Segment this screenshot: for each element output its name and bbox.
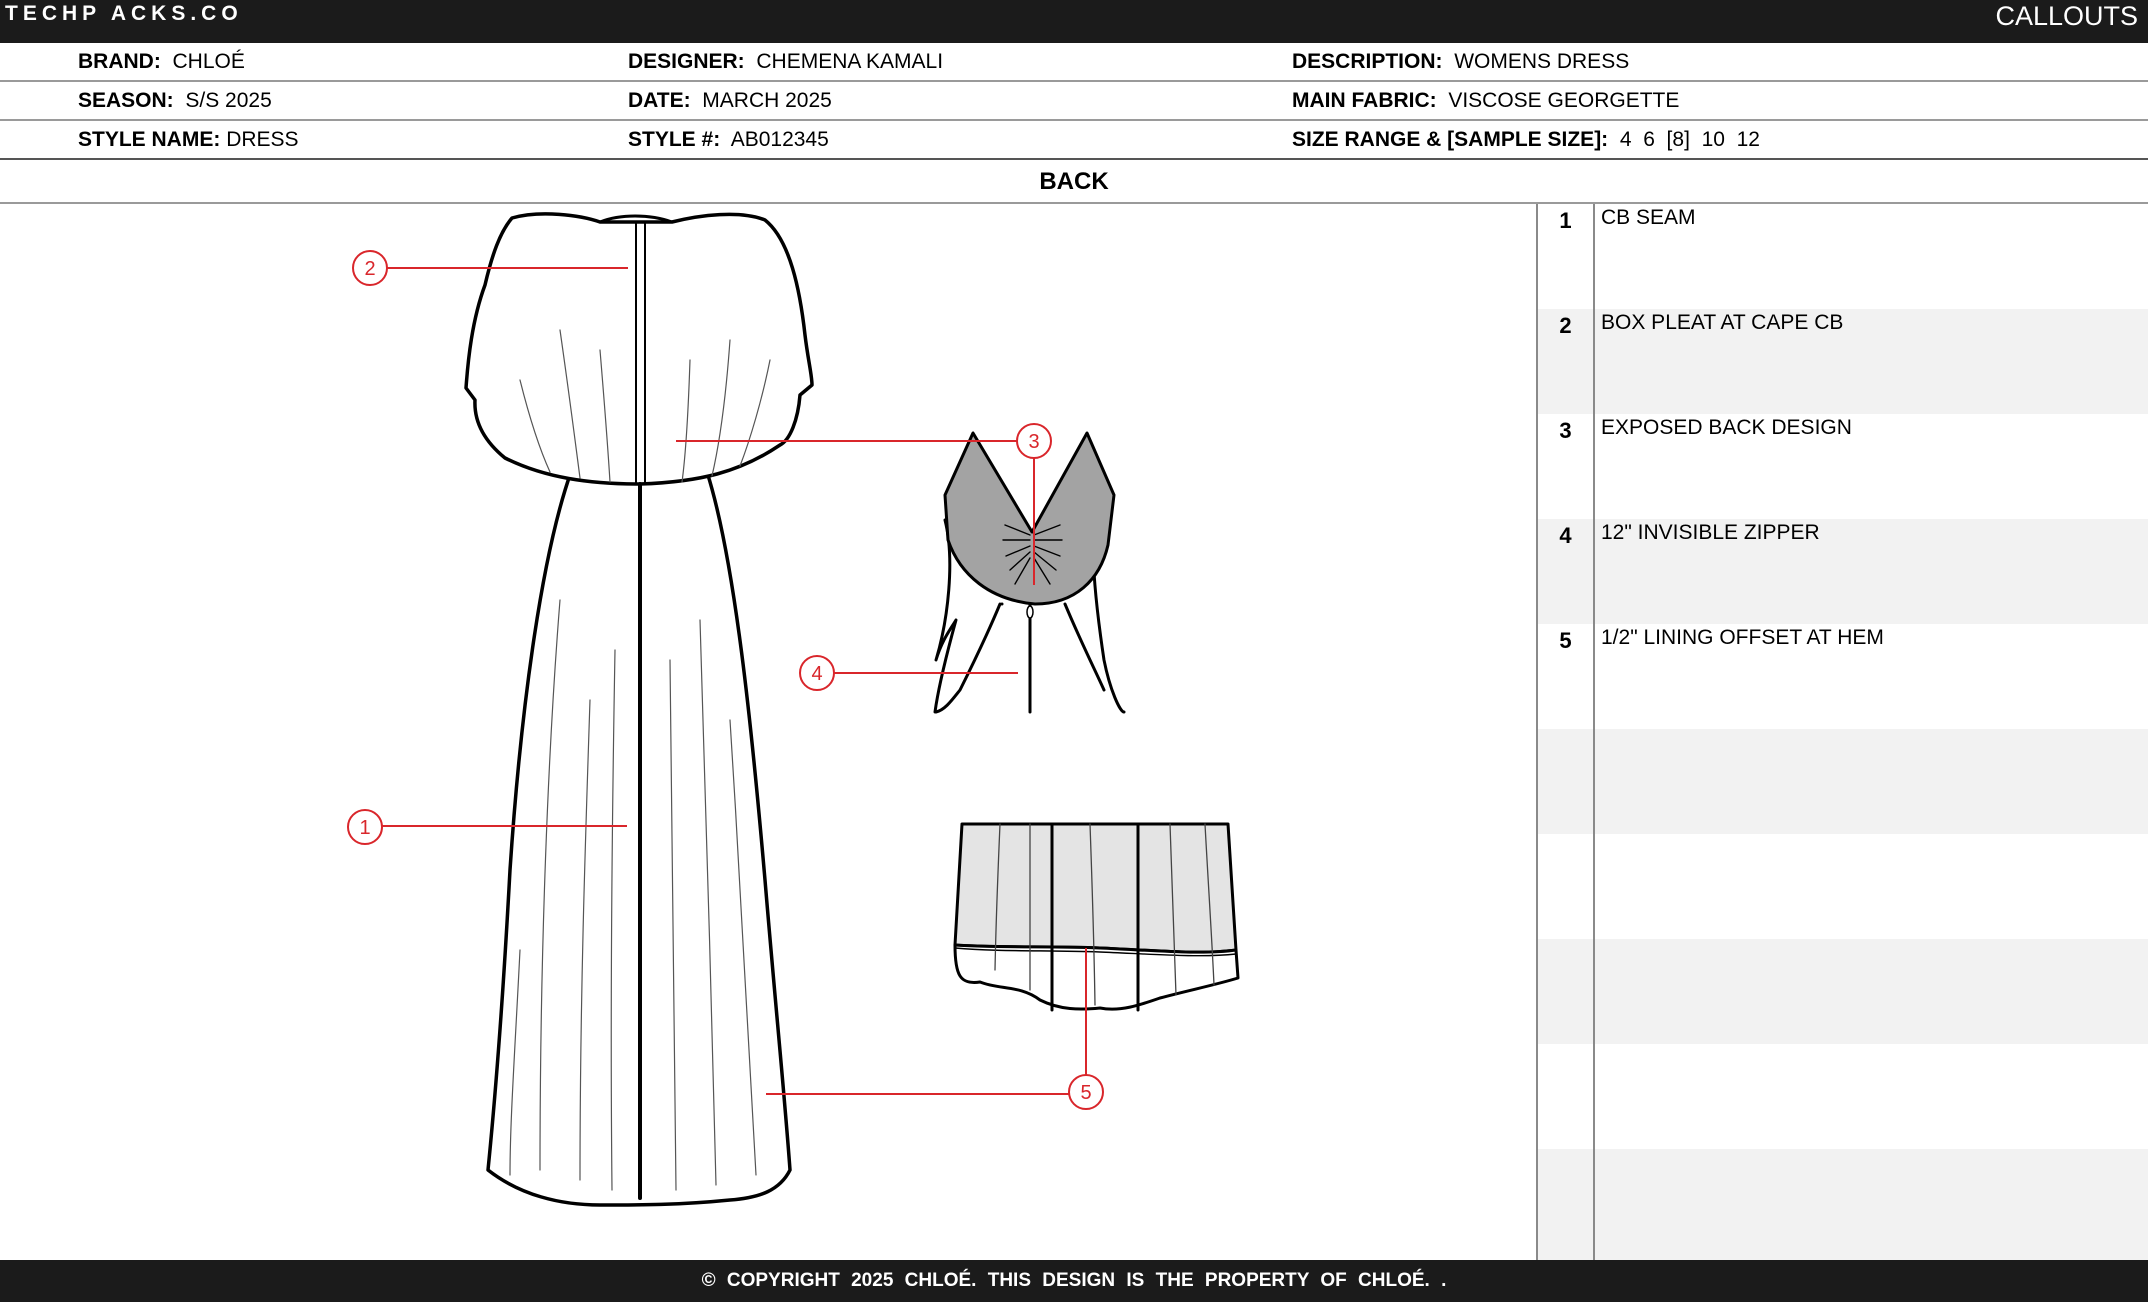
callout-marker-2-label: 2: [364, 258, 375, 280]
callout-marker-2: 2: [352, 250, 388, 286]
section-title: CALLOUTS: [1995, 1, 2138, 31]
size-range-cell: SIZE RANGE & [SAMPLE SIZE]: 4 6 [8] 10 1…: [1292, 121, 1760, 158]
description-cell: DESCRIPTION: WOMENS DRESS: [1292, 43, 1629, 80]
bodice-detail-sketch: [933, 431, 1126, 714]
callout-description: 12" INVISIBLE ZIPPER: [1601, 521, 1820, 544]
callout-row-3: 3 EXPOSED BACK DESIGN: [1538, 414, 2148, 519]
designer-value: CHEMENA KAMALI: [756, 50, 944, 73]
callouts-table: 1 CB SEAM 2 BOX PLEAT AT CAPE CB 3 EXPOS…: [1536, 204, 2148, 1260]
style-name-value: DRESS: [226, 128, 299, 151]
zipper-pull: [1026, 605, 1034, 619]
garment-drawing: 1 2 3 4 5: [347, 212, 1240, 1207]
callout-marker-5: 5: [1068, 1074, 1104, 1110]
info-row: BRAND: CHLOÉ DESIGNER: CHEMENA KAMALI DE…: [0, 43, 2148, 82]
callout-row-2: 2 BOX PLEAT AT CAPE CB: [1538, 309, 2148, 414]
top-bar: TECHP ACKS.CO CALLOUTS: [0, 0, 2148, 43]
callout-marker-1-label: 1: [359, 817, 370, 839]
bodice-lower: [934, 602, 1106, 714]
season-label: SEASON:: [78, 89, 174, 112]
description-value: WOMENS DRESS: [1454, 50, 1630, 73]
copyright-notice: © COPYRIGHT 2025 CHLOÉ. THIS DESIGN IS T…: [701, 1270, 1447, 1291]
callout-number: 1: [1559, 208, 1572, 233]
season-value: S/S 2025: [185, 89, 272, 112]
callout-number: 3: [1559, 418, 1572, 443]
callout-marker-4-label: 4: [811, 663, 822, 685]
main-fabric-value: VISCOSE GEORGETTE: [1448, 89, 1680, 112]
date-cell: DATE: MARCH 2025: [628, 82, 832, 119]
callout-description: CB SEAM: [1601, 206, 1696, 229]
date-label: DATE:: [628, 89, 691, 112]
view-bar: BACK: [0, 161, 2148, 204]
spec-info-table: BRAND: CHLOÉ DESIGNER: CHEMENA KAMALI DE…: [0, 43, 2148, 161]
brand-label: BRAND:: [78, 50, 161, 73]
callout-row-empty: [1538, 1149, 2148, 1260]
date-value: MARCH 2025: [702, 89, 832, 112]
callout-row-4: 4 12" INVISIBLE ZIPPER: [1538, 519, 2148, 624]
main-fabric-label: MAIN FABRIC:: [1292, 89, 1437, 112]
info-row: STYLE NAME: DRESS STYLE #: AB012345 SIZE…: [0, 121, 2148, 160]
view-label: BACK: [1039, 168, 1109, 195]
style-name-label: STYLE NAME:: [78, 128, 221, 151]
designer-cell: DESIGNER: CHEMENA KAMALI: [628, 43, 943, 80]
callout-marker-4: 4: [799, 655, 835, 691]
style-name-cell: STYLE NAME: DRESS: [78, 121, 299, 158]
callout-number: 2: [1559, 313, 1572, 338]
hem-detail-sketch: [953, 822, 1240, 1012]
info-row: SEASON: S/S 2025 DATE: MARCH 2025 MAIN F…: [0, 82, 2148, 121]
hem-shell: [953, 943, 1240, 1011]
callout-row-empty: [1538, 939, 2148, 1044]
callout-marker-1: 1: [347, 809, 383, 845]
brand-cell: BRAND: CHLOÉ: [78, 43, 245, 80]
brand-value: CHLOÉ: [172, 50, 245, 73]
callout-description: 1/2" LINING OFFSET AT HEM: [1601, 626, 1884, 649]
callout-row-empty: [1538, 1044, 2148, 1149]
brand-logo: TECHP ACKS.CO: [5, 2, 243, 25]
description-label: DESCRIPTION:: [1292, 50, 1443, 73]
size-range-value: 4 6 [8] 10 12: [1619, 128, 1760, 151]
dress-back-sketch: [464, 212, 814, 1207]
callout-row-empty: [1538, 834, 2148, 939]
callout-row-1: 1 CB SEAM: [1538, 204, 2148, 309]
style-number-cell: STYLE #: AB012345: [628, 121, 829, 158]
style-number-label: STYLE #:: [628, 128, 721, 151]
callout-marker-3: 3: [1016, 423, 1052, 459]
callout-description: BOX PLEAT AT CAPE CB: [1601, 311, 1844, 334]
callout-marker-5-label: 5: [1080, 1082, 1091, 1104]
season-cell: SEASON: S/S 2025: [78, 82, 272, 119]
footer-bar: © COPYRIGHT 2025 CHLOÉ. THIS DESIGN IS T…: [0, 1260, 2148, 1302]
cape-outline: [464, 212, 814, 486]
main-fabric-cell: MAIN FABRIC: VISCOSE GEORGETTE: [1292, 82, 1679, 119]
callout-number: 4: [1559, 523, 1572, 548]
style-number-value: AB012345: [730, 128, 829, 151]
column-divider: [1593, 204, 1595, 1260]
callout-number: 5: [1559, 628, 1572, 653]
callout-marker-3-label: 3: [1028, 431, 1039, 453]
size-range-label: SIZE RANGE & [SAMPLE SIZE]:: [1292, 128, 1609, 151]
callout-description: EXPOSED BACK DESIGN: [1601, 416, 1852, 439]
designer-label: DESIGNER:: [628, 50, 745, 73]
callout-row-empty: [1538, 729, 2148, 834]
callout-row-5: 5 1/2" LINING OFFSET AT HEM: [1538, 624, 2148, 729]
